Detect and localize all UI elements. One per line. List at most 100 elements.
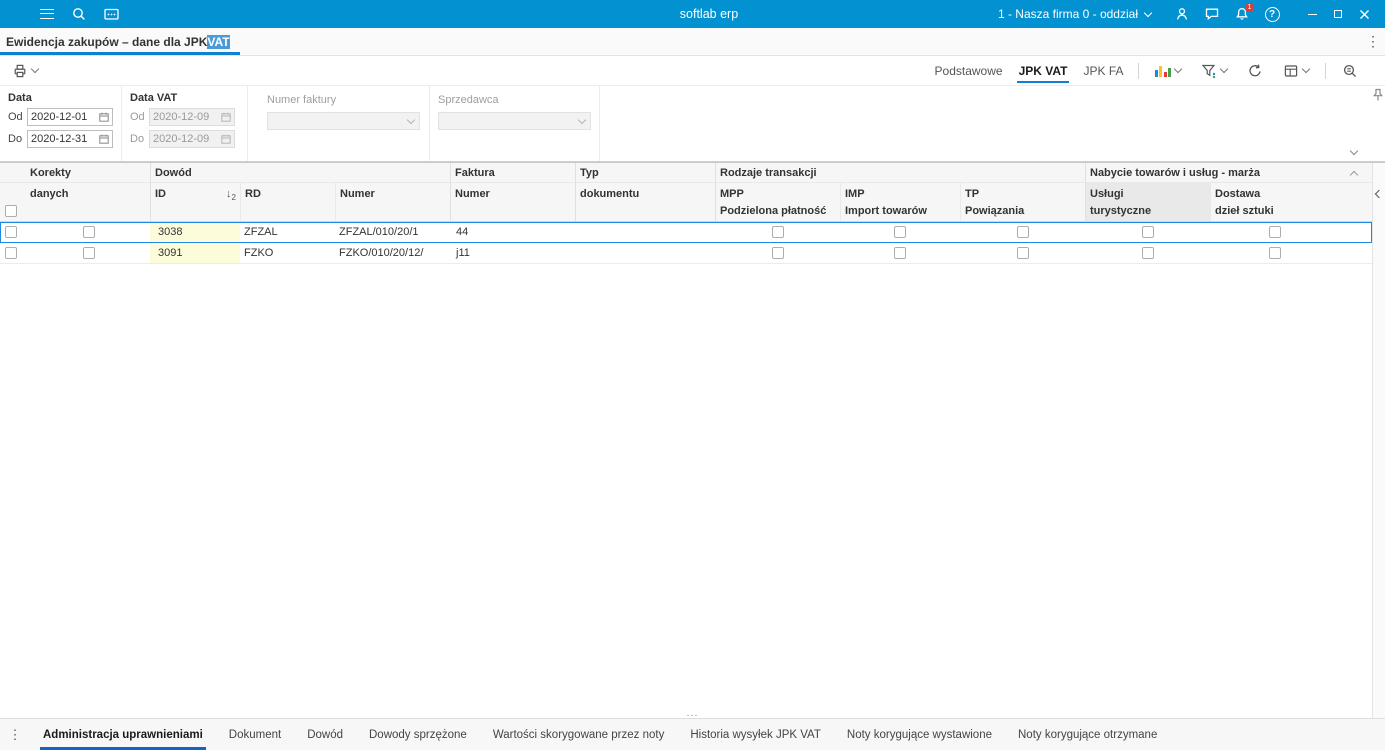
row-select-checkbox[interactable] (5, 226, 17, 238)
mpp-checkbox[interactable] (771, 247, 784, 259)
column-numer[interactable]: Numer (335, 183, 450, 221)
bottom-tab-administracja[interactable]: Administracja uprawnieniami (30, 719, 216, 750)
view-tab-jpk-vat[interactable]: JPK VAT (1016, 60, 1070, 83)
group-nabycie-marza[interactable]: Nabycie towarów i usług - marża (1085, 163, 1340, 183)
select-all-cell (0, 183, 28, 221)
group-typ[interactable]: Typ (575, 163, 715, 183)
group-rodzaje-transakcji[interactable]: Rodzaje transakcji (715, 163, 1085, 183)
search-records-button[interactable] (1338, 61, 1363, 81)
bottom-tab-wartosci-skorygowane[interactable]: Wartości skorygowane przez noty (480, 719, 678, 750)
column-dostawa-label: Dostawa (1215, 188, 1261, 200)
imp-checkbox[interactable] (894, 226, 906, 238)
mpp-checkbox[interactable] (771, 226, 784, 238)
tp-checkbox[interactable] (1016, 226, 1029, 238)
view-tab-jpk-fa[interactable]: JPK FA (1081, 60, 1125, 82)
app-window: softlab erp 1 - Nasza firma 0 - oddział … (0, 0, 1385, 750)
bar-chart-icon (1154, 65, 1171, 77)
tp-checkbox[interactable] (1016, 247, 1029, 259)
global-search-button[interactable] (66, 2, 92, 26)
analysis-settings-button[interactable] (1197, 61, 1231, 81)
row-select-checkbox[interactable] (5, 247, 17, 259)
table-row[interactable]: 3091 FZKO FZKO/010/20/12/ j11 (0, 243, 1372, 264)
collapse-panel-up-chevron[interactable] (1349, 166, 1359, 181)
apps-icon (103, 8, 119, 20)
column-dostawa-sublabel: dzieł sztuki (1215, 205, 1274, 217)
chevron-down-icon (1219, 64, 1229, 74)
chevron-left-icon (1374, 189, 1384, 199)
faktura-numer-cell: j11 (456, 247, 470, 259)
notifications-button[interactable]: 1 (1229, 2, 1255, 26)
dostawa-checkbox[interactable] (1269, 247, 1281, 259)
column-korekty-danych[interactable]: danych (28, 183, 150, 221)
imp-checkbox[interactable] (894, 247, 906, 259)
bottom-tab-dokument[interactable]: Dokument (216, 719, 294, 750)
sprzedawca-input[interactable] (438, 112, 591, 130)
toolbar-separator (1325, 62, 1326, 79)
maximize-button[interactable] (1325, 2, 1351, 26)
chevron-down-icon (1173, 64, 1183, 74)
apps-panel-button[interactable] (98, 2, 124, 26)
calendar-icon (221, 112, 231, 122)
view-tab-podstawowe[interactable]: Podstawowe (933, 60, 1005, 82)
user-button[interactable] (1169, 2, 1195, 26)
topbar-left (0, 2, 420, 26)
group-dowod[interactable]: Dowód (150, 163, 450, 183)
bottom-tab-noty-otrzymane[interactable]: Noty korygujące otrzymane (1005, 719, 1170, 750)
column-faktura-numer[interactable]: Numer (450, 183, 575, 221)
messages-button[interactable] (1199, 2, 1225, 26)
date-vat-to-input[interactable]: 2020-12-09 (149, 130, 235, 148)
column-mpp[interactable]: MPP Podzielona płatność (715, 183, 840, 221)
refresh-button[interactable] (1243, 61, 1267, 81)
bottom-tab-dowod[interactable]: Dowód (294, 719, 356, 750)
column-id[interactable]: ID ↓2 (150, 183, 240, 221)
help-button[interactable]: ? (1259, 2, 1285, 26)
uslugi-checkbox[interactable] (1141, 247, 1154, 259)
select-all-checkbox[interactable] (5, 205, 17, 217)
date-from-input[interactable]: 2020-12-01 (27, 108, 113, 126)
collapse-filter-chevron[interactable] (1349, 142, 1359, 157)
uslugi-checkbox[interactable] (1141, 226, 1154, 238)
korekty-danych-checkbox[interactable] (83, 226, 95, 238)
column-tp-label: TP (965, 188, 980, 200)
maximize-icon (1334, 10, 1342, 18)
column-uslugi-turystyczne[interactable]: Usługi turystyczne (1085, 183, 1210, 221)
date-to-input[interactable]: 2020-12-31 (27, 130, 113, 148)
sort-indicator[interactable]: ↓2 (226, 186, 236, 206)
numer-cell: FZKO/010/20/12/ (339, 247, 424, 259)
mpp-cell (715, 243, 840, 263)
group-faktura[interactable]: Faktura (450, 163, 575, 183)
bottom-tab-dowody-sprzezone[interactable]: Dowody sprzężone (356, 719, 480, 750)
column-imp[interactable]: IMP Import towarów (840, 183, 960, 221)
numer-faktury-input[interactable] (267, 112, 420, 130)
document-tab-active[interactable]: Ewidencja zakupów – dane dla JPK VAT (0, 28, 240, 55)
column-dostawa-dziel-sztuki[interactable]: Dostawa dzieł sztuki (1210, 183, 1340, 221)
column-rd[interactable]: RD (240, 183, 335, 221)
minimize-button[interactable] (1299, 2, 1325, 26)
row-select-cell (0, 222, 28, 242)
date-vat-from-input[interactable]: 2020-12-09 (149, 108, 235, 126)
chevron-down-icon (1349, 146, 1359, 156)
tabbar-overflow-menu-button[interactable]: ⋮ (1361, 28, 1385, 55)
group-korekty[interactable]: Korekty (0, 163, 150, 183)
bottom-tab-historia-wysylek[interactable]: Historia wysyłek JPK VAT (677, 719, 834, 750)
column-typ-dokumentu[interactable]: dokumentu (575, 183, 715, 221)
bottom-tab-noty-wystawione[interactable]: Noty korygujące wystawione (834, 719, 1005, 750)
print-button[interactable] (8, 61, 42, 81)
company-selector[interactable]: 1 - Nasza firma 0 - oddział (998, 7, 1153, 21)
id-cell: 3038 (150, 222, 240, 242)
grid-settings-button[interactable] (1279, 61, 1313, 81)
charts-button[interactable] (1151, 63, 1186, 79)
korekty-danych-checkbox[interactable] (83, 247, 95, 259)
mpp-cell (715, 222, 840, 242)
column-uslugi-sublabel: turystyczne (1090, 205, 1152, 217)
search-icon (73, 8, 85, 20)
dostawa-checkbox[interactable] (1269, 226, 1281, 238)
close-button[interactable] (1351, 2, 1377, 26)
expand-side-panel-button[interactable] (1374, 189, 1384, 200)
pin-panel-button[interactable] (1372, 88, 1384, 102)
bottom-tabs-menu-button[interactable]: ⋮ (0, 719, 30, 750)
document-tab-title-highlight: VAT (207, 34, 230, 49)
hamburger-menu-button[interactable] (34, 2, 60, 26)
table-row[interactable]: 3038 ZFZAL ZFZAL/010/20/1 44 (0, 222, 1372, 243)
column-tp[interactable]: TP Powiązania (960, 183, 1085, 221)
